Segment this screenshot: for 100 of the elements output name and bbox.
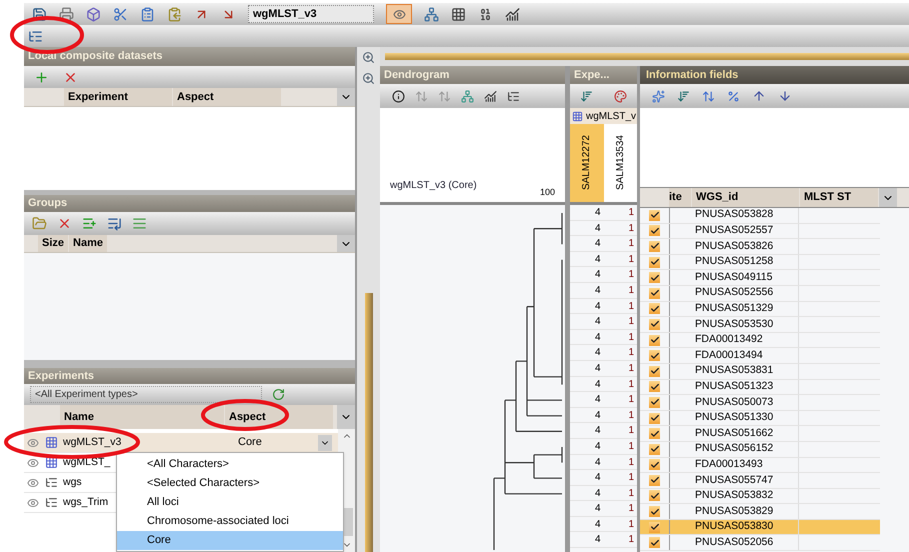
sort-descending-icon[interactable] [580, 90, 594, 102]
column-menu-button[interactable] [337, 235, 355, 252]
table-row[interactable]: PNUSAS050073 [640, 395, 880, 411]
experiment-row[interactable]: wgMLST_v3 Core [24, 433, 338, 453]
eye-icon[interactable] [27, 456, 39, 468]
checkbox[interactable] [649, 350, 660, 362]
matrix-icon[interactable] [451, 6, 466, 22]
table-row[interactable]: PNUSAS051329 [640, 302, 880, 318]
tree-icon[interactable] [28, 28, 43, 44]
cube-icon[interactable] [86, 6, 101, 22]
binary-matrix-icon[interactable] [478, 6, 493, 22]
delete-icon[interactable] [57, 216, 72, 231]
checkbox[interactable] [649, 334, 660, 346]
checkbox[interactable] [649, 522, 660, 533]
clipboard-icon[interactable] [140, 6, 155, 22]
column-header[interactable]: Name [69, 235, 107, 252]
table-row[interactable]: PNUSAS051662 [640, 426, 880, 442]
clipboard-arrows-icon[interactable] [167, 6, 182, 22]
table-row[interactable]: FDA00013492 [640, 332, 880, 348]
curve-chart-icon[interactable] [484, 90, 497, 102]
menu-item[interactable]: <Selected Characters> [117, 474, 343, 493]
list-export-icon[interactable] [132, 216, 147, 231]
menu-item[interactable]: <All Characters> [117, 455, 343, 474]
table-row[interactable]: PNUSAS053828 [640, 208, 880, 224]
zoom-icon[interactable] [362, 72, 375, 85]
checkbox[interactable] [649, 459, 660, 470]
column-header[interactable]: Aspect [173, 88, 281, 106]
checkbox[interactable] [649, 396, 660, 408]
checkbox[interactable] [649, 272, 660, 284]
checkbox[interactable] [649, 490, 660, 502]
sort-icon[interactable] [702, 90, 715, 102]
table-row[interactable]: PNUSAS052557 [640, 224, 880, 240]
menu-item[interactable]: Chromosome-associated loci [117, 512, 343, 531]
table-row[interactable]: PNUSAS056152 [640, 442, 880, 458]
checkbox[interactable] [649, 474, 660, 486]
column-header[interactable]: Experiment [64, 88, 172, 106]
checkbox[interactable] [649, 444, 660, 455]
checkbox[interactable] [649, 210, 660, 221]
checkbox[interactable] [649, 225, 660, 236]
table-row[interactable]: PNUSAS053832 [640, 488, 880, 504]
checkbox[interactable] [649, 428, 660, 440]
table-row[interactable]: FDA00013494 [640, 348, 880, 364]
character-column-header[interactable]: SALM12272 [570, 124, 604, 202]
scissors-icon[interactable] [113, 6, 128, 22]
list-add-icon[interactable] [82, 216, 97, 231]
checkbox[interactable] [649, 303, 660, 314]
table-row[interactable]: PNUSAS052556 [640, 286, 880, 302]
eye-icon[interactable] [27, 436, 39, 448]
save-icon[interactable] [32, 6, 47, 22]
table-row[interactable]: PNUSAS053830 [640, 520, 880, 536]
eye-toggle[interactable] [386, 4, 412, 24]
folder-icon[interactable] [32, 216, 47, 231]
column-header[interactable]: WGS_id [692, 188, 799, 207]
checkbox[interactable] [649, 506, 660, 518]
curve-chart-icon[interactable] [505, 6, 520, 22]
percent-sort-icon[interactable] [727, 90, 740, 102]
zoom-slider-fill[interactable] [385, 53, 909, 60]
checkbox[interactable] [649, 240, 660, 252]
printer-icon[interactable] [59, 6, 74, 22]
checkbox[interactable] [649, 381, 660, 392]
table-row[interactable]: FDA00013493 [640, 458, 880, 474]
checkbox[interactable] [649, 537, 660, 548]
experiment-type-field[interactable]: <All Experiment types> [30, 386, 262, 403]
table-row[interactable]: PNUSAS053530 [640, 317, 880, 333]
sort-descending-icon[interactable] [677, 90, 690, 102]
column-header[interactable]: MLST ST [800, 188, 878, 207]
tree-icon[interactable] [507, 90, 520, 102]
checkbox[interactable] [649, 366, 660, 377]
eye-icon[interactable] [27, 496, 39, 508]
column-header[interactable]: ite [669, 188, 691, 207]
checkbox[interactable] [649, 412, 660, 424]
checkbox[interactable] [649, 318, 660, 330]
table-row[interactable]: PNUSAS055747 [640, 473, 880, 489]
zoom-icon[interactable] [362, 51, 375, 64]
table-row[interactable]: PNUSAS053831 [640, 364, 880, 380]
refresh-icon[interactable] [272, 388, 285, 401]
info-icon[interactable] [392, 90, 405, 102]
checkbox[interactable] [649, 288, 660, 299]
select-cursor-icon[interactable] [652, 90, 665, 102]
column-header[interactable]: Name [60, 405, 224, 429]
menu-item[interactable]: All loci [117, 493, 343, 512]
table-row[interactable]: PNUSAS052056 [640, 535, 880, 552]
scrollbar-thumb[interactable] [364, 293, 372, 552]
column-menu-button[interactable] [337, 405, 355, 429]
table-row[interactable]: PNUSAS049115 [640, 270, 880, 286]
eye-icon[interactable] [27, 476, 39, 488]
column-menu-button[interactable] [879, 188, 897, 207]
tree-icon[interactable] [424, 6, 439, 22]
checkbox[interactable] [649, 256, 660, 268]
list-insert-icon[interactable] [107, 216, 122, 231]
color-scale-icon[interactable] [614, 90, 627, 102]
aspect-dropdown-button[interactable] [318, 434, 332, 450]
table-row[interactable]: PNUSAS051258 [640, 254, 880, 270]
column-header[interactable]: Size [38, 235, 68, 252]
table-row[interactable]: PNUSAS051323 [640, 380, 880, 396]
table-row[interactable]: PNUSAS053826 [640, 239, 880, 255]
dataset-field[interactable]: wgMLST_v3 [248, 5, 374, 23]
table-row[interactable]: PNUSAS051330 [640, 410, 880, 426]
column-menu-button[interactable] [337, 88, 355, 106]
add-icon[interactable] [34, 70, 49, 84]
